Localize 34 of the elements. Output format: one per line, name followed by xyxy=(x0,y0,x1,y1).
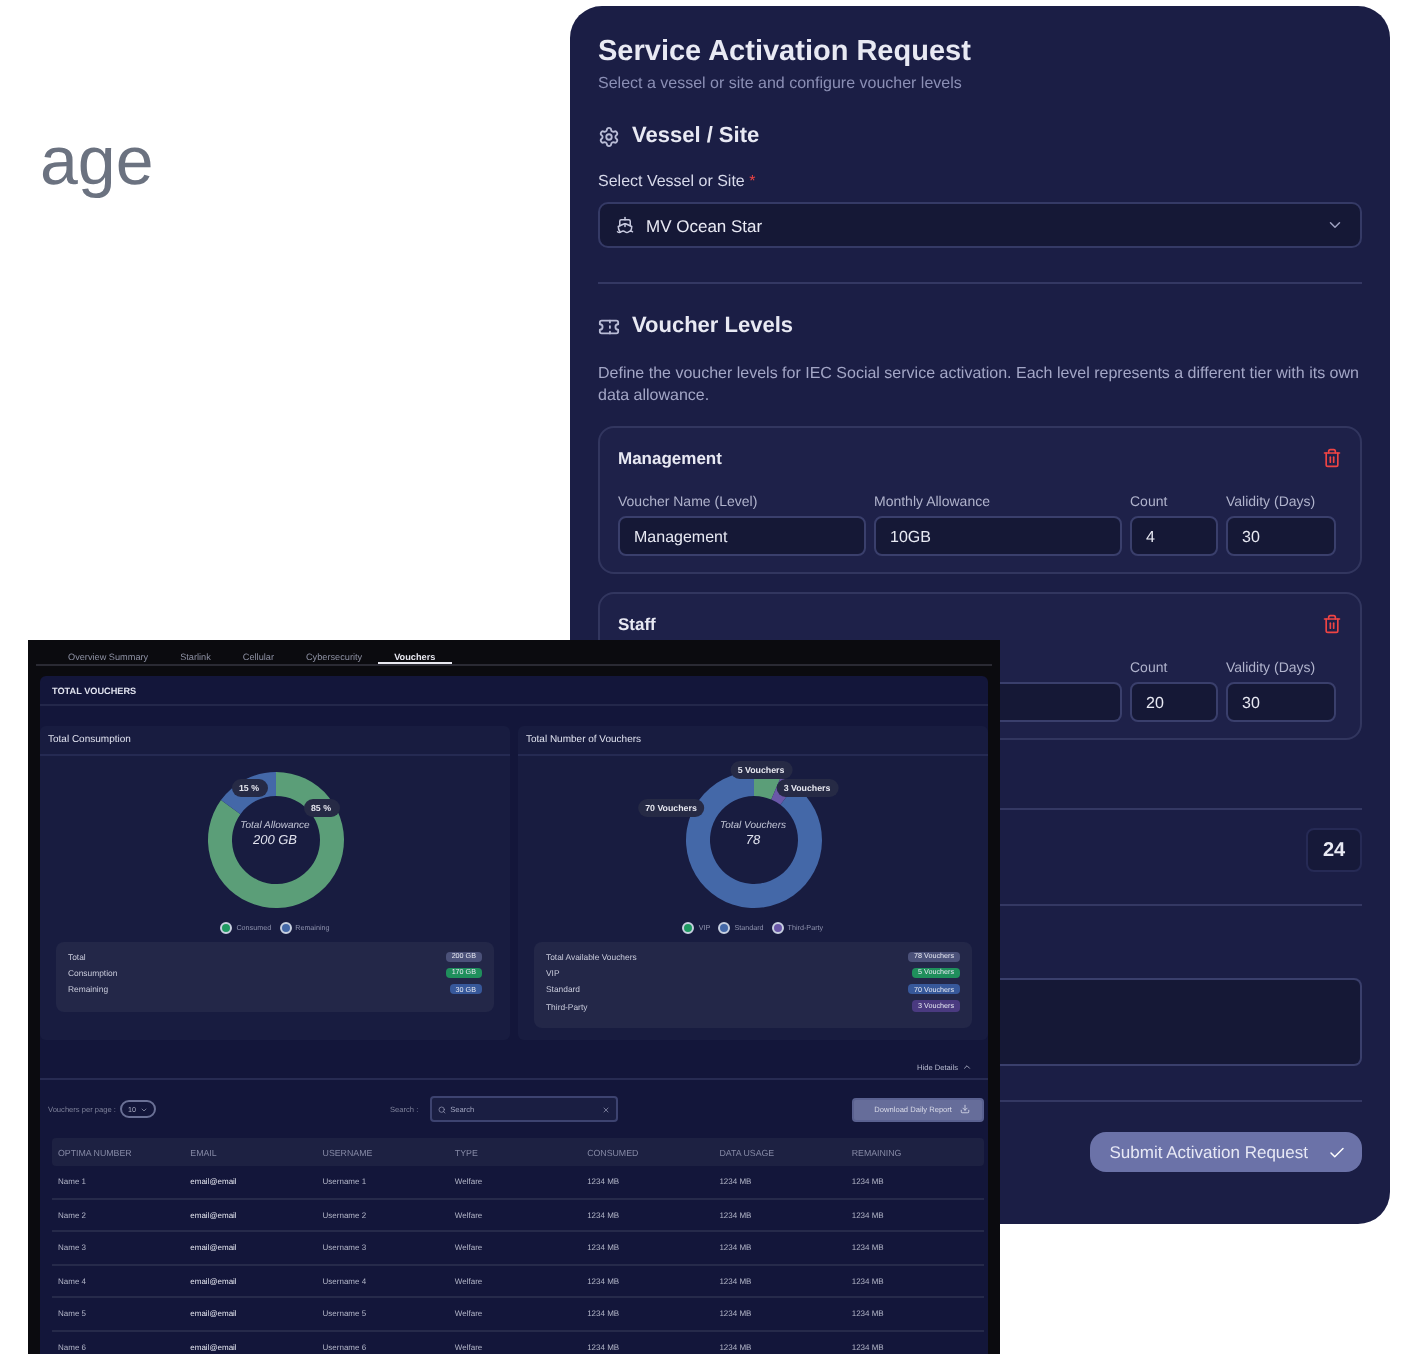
input-field[interactable]: 20 xyxy=(1130,682,1218,722)
vessel-select[interactable]: MV Ocean Star xyxy=(598,202,1362,248)
legend-dot xyxy=(718,922,731,934)
field-label: Select Vessel or Site * xyxy=(598,172,758,190)
input-field[interactable]: 4 xyxy=(1130,516,1218,556)
chevron-down-icon xyxy=(1326,216,1344,234)
gear-icon xyxy=(598,125,620,147)
level-title: Management xyxy=(618,448,722,468)
form-title: Service Activation Request xyxy=(598,34,973,70)
input-field[interactable]: 10GB xyxy=(874,516,1122,556)
input-field[interactable]: Management xyxy=(618,516,866,556)
section-description: Define the voucher levels for IEC Social service activation. Each level represents a different tier with its own data allowance. xyxy=(598,362,1361,406)
form-subtitle: Select a vessel or site and configure voucher levels xyxy=(598,74,964,92)
heading-fragment: age xyxy=(40,124,154,202)
search-icon xyxy=(438,1105,447,1114)
level-title: Staff xyxy=(618,614,656,634)
number-field[interactable]: 24 xyxy=(1306,828,1362,872)
trash-icon[interactable] xyxy=(1322,448,1342,468)
legend-dot xyxy=(279,922,292,934)
ticket-icon xyxy=(598,315,620,337)
check-icon xyxy=(1328,1143,1346,1161)
input-field[interactable]: 30 xyxy=(1226,682,1336,722)
chevron-up-icon xyxy=(962,1062,972,1073)
section-heading: Vessel / Site xyxy=(632,124,760,148)
input-field[interactable] xyxy=(1000,682,1122,722)
download-icon xyxy=(960,1104,970,1115)
section-heading: Voucher Levels xyxy=(632,314,793,338)
legend-dot xyxy=(682,922,695,934)
legend-dot xyxy=(771,922,784,934)
trash-icon[interactable] xyxy=(1322,614,1342,634)
submit-button[interactable]: Submit Activation Request xyxy=(1089,1132,1362,1172)
input-field[interactable]: 30 xyxy=(1226,516,1336,556)
ship-icon xyxy=(616,216,634,234)
legend-dot xyxy=(220,922,233,934)
